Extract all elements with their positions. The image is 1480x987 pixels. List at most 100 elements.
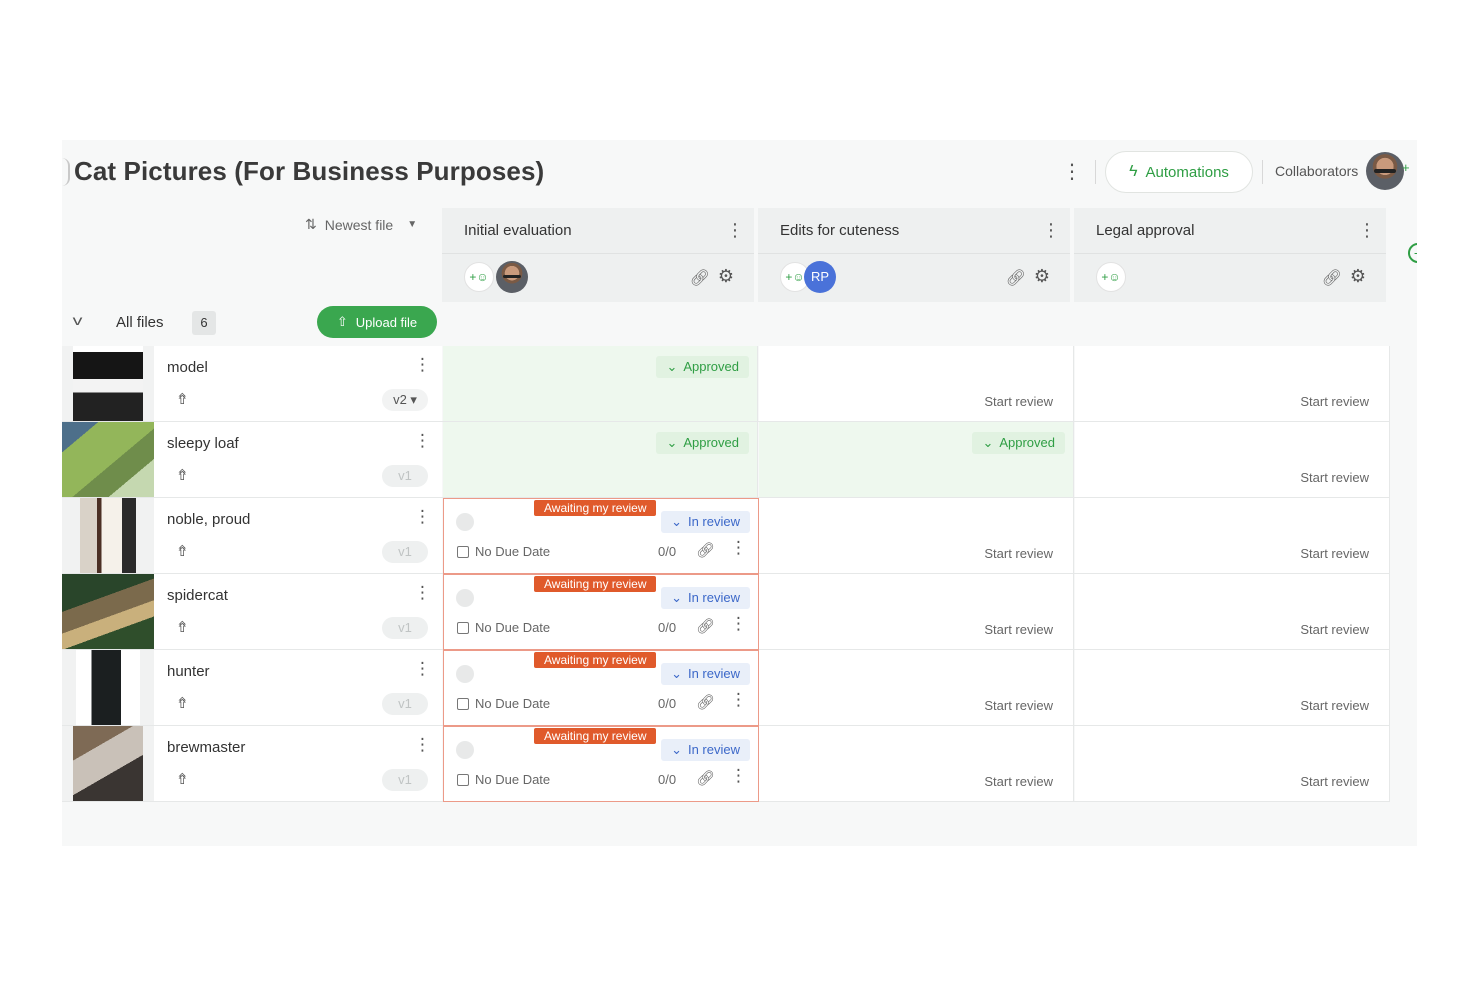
review-cell[interactable]: Start review (1075, 650, 1390, 725)
stage-menu-icon[interactable]: ⋮ (1042, 220, 1060, 241)
start-review-link[interactable]: Start review (1300, 774, 1369, 789)
file-thumbnail[interactable] (62, 498, 154, 573)
collaborator-avatar[interactable] (1366, 152, 1404, 190)
due-date[interactable]: No Due Date (457, 620, 550, 635)
start-review-link[interactable]: Start review (1300, 622, 1369, 637)
file-name[interactable]: hunter (167, 663, 210, 680)
link-icon[interactable]: 🔗︎ (1006, 268, 1026, 288)
gear-icon[interactable]: ⚙ (718, 266, 734, 287)
review-cell[interactable]: Start review (759, 650, 1074, 725)
upload-version-icon[interactable]: ⇮ (176, 466, 189, 484)
stage-header: Legal approval ⋮ +☺ 🔗︎ ⚙ (1074, 208, 1386, 302)
review-cell[interactable]: Start review (1075, 498, 1390, 573)
automations-button[interactable]: ϟ Automations (1105, 151, 1253, 193)
add-collaborator-icon[interactable]: + (1402, 160, 1410, 175)
review-cell[interactable]: Start review (759, 726, 1074, 801)
start-review-link[interactable]: Start review (1300, 394, 1369, 409)
add-reviewer-icon[interactable]: +☺ (1096, 262, 1126, 292)
review-cell[interactable]: Start review (1075, 346, 1390, 421)
upload-version-icon[interactable]: ⇮ (176, 390, 189, 408)
start-review-link[interactable]: Start review (1300, 546, 1369, 561)
reviewer-avatar[interactable] (496, 261, 528, 293)
review-status-chip[interactable]: ⌄ In review (661, 739, 750, 761)
upload-version-icon[interactable]: ⇮ (176, 542, 189, 560)
file-thumbnail[interactable] (62, 726, 154, 801)
collapse-chevron-icon[interactable]: v (73, 312, 83, 328)
file-thumbnail[interactable] (62, 650, 154, 725)
review-status-chip[interactable]: ⌄ In review (661, 511, 750, 533)
start-review-link[interactable]: Start review (1300, 698, 1369, 713)
review-cell[interactable]: Start review (1075, 422, 1390, 497)
more-options-icon[interactable]: ⋮ (1062, 158, 1082, 186)
link-icon[interactable]: 🔗︎ (696, 617, 715, 635)
review-cell[interactable]: Start review (1075, 574, 1390, 649)
file-menu-icon[interactable]: ⋮ (414, 659, 431, 679)
file-menu-icon[interactable]: ⋮ (414, 735, 431, 755)
upload-version-icon[interactable]: ⇮ (176, 694, 189, 712)
review-cell[interactable]: ⌄ Approved (443, 422, 758, 497)
review-cell[interactable]: Awaiting my review ⌄ In review No Due Date 0… (443, 650, 759, 726)
review-cell[interactable]: Awaiting my review ⌄ In review No Due Date 0… (443, 726, 759, 802)
review-cell[interactable]: Start review (759, 498, 1074, 573)
file-thumbnail[interactable] (62, 422, 154, 497)
upload-version-icon[interactable]: ⇮ (176, 618, 189, 636)
file-menu-icon[interactable]: ⋮ (414, 583, 431, 603)
file-name[interactable]: brewmaster (167, 739, 245, 756)
review-cell[interactable]: ⌄ Approved (443, 346, 758, 421)
start-review-link[interactable]: Start review (984, 698, 1053, 713)
status-circle-icon[interactable] (456, 589, 474, 607)
add-reviewer-icon[interactable]: +☺ (464, 262, 494, 292)
upload-version-icon[interactable]: ⇮ (176, 770, 189, 788)
cell-menu-icon[interactable]: ⋮ (730, 538, 747, 558)
stage-menu-icon[interactable]: ⋮ (1358, 220, 1376, 241)
status-circle-icon[interactable] (456, 665, 474, 683)
file-menu-icon[interactable]: ⋮ (414, 355, 431, 375)
start-review-link[interactable]: Start review (1300, 470, 1369, 485)
start-review-link[interactable]: Start review (984, 622, 1053, 637)
back-icon[interactable] (62, 158, 70, 186)
reviewer-avatar[interactable]: RP (804, 261, 836, 293)
review-status-chip[interactable]: ⌄ Approved (656, 432, 749, 454)
due-date[interactable]: No Due Date (457, 544, 550, 559)
due-date[interactable]: No Due Date (457, 772, 550, 787)
review-cell[interactable]: Awaiting my review ⌄ In review No Due Date 0… (443, 498, 759, 574)
upload-file-button[interactable]: ⇧ Upload file (317, 306, 437, 338)
version-selector[interactable]: v2 ▾ (382, 389, 428, 411)
status-circle-icon[interactable] (456, 741, 474, 759)
file-name[interactable]: spidercat (167, 587, 228, 604)
file-menu-icon[interactable]: ⋮ (414, 507, 431, 527)
link-icon[interactable]: 🔗︎ (1322, 268, 1342, 288)
cell-menu-icon[interactable]: ⋮ (730, 614, 747, 634)
review-status-chip[interactable]: ⌄ In review (661, 587, 750, 609)
review-cell[interactable]: Start review (759, 574, 1074, 649)
stage-menu-icon[interactable]: ⋮ (726, 220, 744, 241)
file-name[interactable]: noble, proud (167, 511, 250, 528)
review-status-chip[interactable]: ⌄ In review (661, 663, 750, 685)
status-circle-icon[interactable] (456, 513, 474, 531)
review-cell[interactable]: Awaiting my review ⌄ In review No Due Date 0… (443, 574, 759, 650)
review-status-chip[interactable]: ⌄ Approved (656, 356, 749, 378)
link-icon[interactable]: 🔗︎ (696, 769, 715, 787)
add-stage-icon[interactable]: + (1408, 243, 1417, 263)
start-review-link[interactable]: Start review (984, 774, 1053, 789)
link-icon[interactable]: 🔗︎ (696, 541, 715, 559)
cell-menu-icon[interactable]: ⋮ (730, 690, 747, 710)
sort-dropdown[interactable]: ⇅ Newest file ▼ (305, 216, 417, 233)
file-name[interactable]: sleepy loaf (167, 435, 239, 452)
review-cell[interactable]: Start review (1075, 726, 1390, 801)
review-status-chip[interactable]: ⌄ Approved (972, 432, 1065, 454)
link-icon[interactable]: 🔗︎ (690, 268, 710, 288)
file-name[interactable]: model (167, 359, 208, 376)
gear-icon[interactable]: ⚙ (1034, 266, 1050, 287)
link-icon[interactable]: 🔗︎ (696, 693, 715, 711)
gear-icon[interactable]: ⚙ (1350, 266, 1366, 287)
review-cell[interactable]: ⌄ Approved (759, 422, 1074, 497)
file-thumbnail[interactable] (62, 346, 154, 421)
file-menu-icon[interactable]: ⋮ (414, 431, 431, 451)
cell-menu-icon[interactable]: ⋮ (730, 766, 747, 786)
file-thumbnail[interactable] (62, 574, 154, 649)
start-review-link[interactable]: Start review (984, 394, 1053, 409)
due-date[interactable]: No Due Date (457, 696, 550, 711)
start-review-link[interactable]: Start review (984, 546, 1053, 561)
review-cell[interactable]: Start review (759, 346, 1074, 421)
